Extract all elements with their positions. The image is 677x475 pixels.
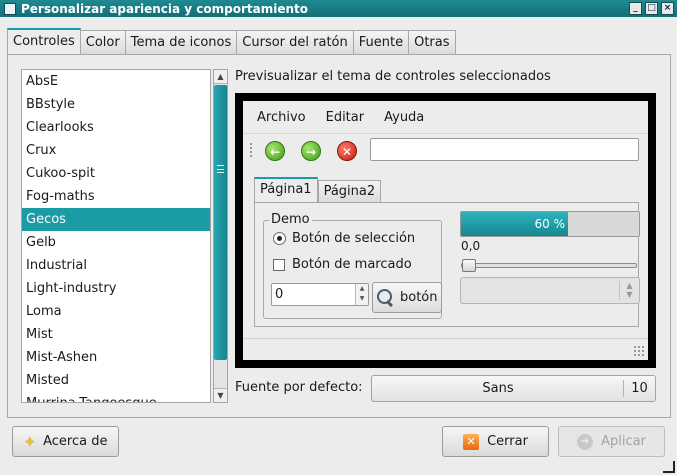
back-arrow-icon[interactable]: ← xyxy=(265,141,285,161)
about-button[interactable]: ✦ Acerca de xyxy=(12,426,119,457)
apply-button-label: Aplicar xyxy=(601,434,646,449)
list-item[interactable]: Light-industry xyxy=(22,277,210,300)
list-item[interactable]: Mist-Ashen xyxy=(22,346,210,369)
scroll-up-arrow-icon[interactable]: ▲ xyxy=(214,70,227,84)
grip-icon xyxy=(217,165,224,173)
spin-arrows-icon[interactable]: ▲ ▼ xyxy=(355,284,368,305)
radio-label: Botón de selección xyxy=(292,231,416,246)
close-button[interactable]: ✕ Cerrar xyxy=(442,426,549,457)
preview-tab-bar: Página1 Página2 xyxy=(254,177,382,203)
tab-fuente[interactable]: Fuente xyxy=(353,30,410,55)
tab-pagina1[interactable]: Página1 xyxy=(254,177,318,203)
demo-button[interactable]: botón xyxy=(372,282,442,313)
radio-checked-icon[interactable] xyxy=(273,232,286,245)
combo-arrows-icon[interactable]: ▲ ▼ xyxy=(619,281,639,300)
preview-statusbar xyxy=(243,338,648,360)
preview-label: Previsualizar el tema de controles selec… xyxy=(235,69,551,84)
demo-button-label: botón xyxy=(400,290,438,305)
preview-window: Archivo Editar Ayuda ← → ✕ Página1 Págin… xyxy=(243,101,648,360)
demo-spin-button[interactable]: 0 ▲ ▼ xyxy=(271,283,369,306)
demo-legend: Demo xyxy=(269,212,312,227)
window-title: Personalizar apariencia y comportamiento xyxy=(21,1,309,16)
app-icon xyxy=(4,2,16,15)
progress-text: 60 % xyxy=(534,217,566,231)
font-size: 10 xyxy=(623,380,655,397)
tab-cursor-del-raton[interactable]: Cursor del ratón xyxy=(237,30,354,55)
forward-arrow-icon[interactable]: → xyxy=(301,141,321,161)
stop-icon[interactable]: ✕ xyxy=(337,141,357,161)
close-button-label: Cerrar xyxy=(487,434,528,449)
window-resize-grip-icon[interactable] xyxy=(663,461,675,473)
list-item[interactable]: Fog-maths xyxy=(22,185,210,208)
close-window-button[interactable]: × xyxy=(661,2,674,15)
title-bar[interactable]: Personalizar apariencia y comportamiento… xyxy=(0,0,677,17)
checkbox-unchecked-icon[interactable] xyxy=(273,258,285,271)
menu-archivo[interactable]: Archivo xyxy=(243,101,312,129)
tab-tema-de-iconos[interactable]: Tema de iconos xyxy=(125,30,238,55)
list-item[interactable]: Industrial xyxy=(22,254,210,277)
demo-group: Demo Botón de selección Botón de marcado… xyxy=(263,212,442,319)
checkbox-label: Botón de marcado xyxy=(292,257,412,272)
toolbar-handle-icon[interactable] xyxy=(249,142,253,158)
demo-radio-button[interactable]: Botón de selección xyxy=(273,231,415,246)
list-item[interactable]: Murrina-Tangoesque xyxy=(22,392,210,402)
scroll-down-arrow-icon[interactable]: ▼ xyxy=(214,388,227,402)
demo-combo-box[interactable]: ▲ ▼ xyxy=(460,277,640,304)
list-item[interactable]: Gelb xyxy=(22,231,210,254)
resize-grip-icon[interactable] xyxy=(633,345,645,357)
list-item[interactable]: BBstyle xyxy=(22,93,210,116)
theme-list[interactable]: AbsE BBstyle Clearlooks Crux Cukoo-spit Fog-m… xyxy=(21,69,211,403)
list-item[interactable]: Crux xyxy=(22,139,210,162)
tab-color[interactable]: Color xyxy=(80,30,126,55)
tab-bar: Controles Color Tema de iconos Cursor de… xyxy=(7,28,456,55)
theme-list-scrollbar[interactable]: ▲ ▼ xyxy=(213,69,228,403)
preview-tab-panel: Demo Botón de selección Botón de marcado… xyxy=(254,202,640,327)
apply-icon: ➜ xyxy=(577,433,594,450)
spin-value: 0 xyxy=(275,287,284,302)
menu-editar[interactable]: Editar xyxy=(312,101,371,129)
apply-button[interactable]: ➜ Aplicar xyxy=(558,426,665,457)
demo-slider[interactable] xyxy=(461,259,637,272)
font-name: Sans xyxy=(482,381,514,396)
tab-pagina2[interactable]: Página2 xyxy=(317,180,382,203)
list-item[interactable]: Cukoo-spit xyxy=(22,162,210,185)
close-icon: ✕ xyxy=(463,433,480,450)
tab-controles[interactable]: Controles xyxy=(7,28,81,55)
preview-menubar: Archivo Editar Ayuda xyxy=(243,101,648,129)
list-item[interactable]: AbsE xyxy=(22,70,210,93)
theme-preview: Archivo Editar Ayuda ← → ✕ Página1 Págin… xyxy=(235,93,656,368)
list-item[interactable]: Clearlooks xyxy=(22,116,210,139)
demo-progress-bar: 60 % xyxy=(460,211,640,237)
preview-toolbar: ← → ✕ xyxy=(243,133,648,165)
about-button-label: Acerca de xyxy=(43,434,108,449)
list-item[interactable]: Mist xyxy=(22,323,210,346)
star-icon: ✦ xyxy=(23,432,37,451)
magnifier-icon xyxy=(377,288,395,307)
list-item[interactable]: Misted xyxy=(22,369,210,392)
font-chooser-button[interactable]: Sans 10 xyxy=(371,375,656,402)
maximize-button[interactable]: □ xyxy=(645,2,658,15)
list-item[interactable]: Gecos xyxy=(22,208,210,231)
demo-checkbox[interactable]: Botón de marcado xyxy=(273,257,412,272)
slider-handle[interactable] xyxy=(462,259,476,272)
minimize-button[interactable]: _ xyxy=(629,2,642,15)
list-item[interactable]: Loma xyxy=(22,300,210,323)
scroll-thumb[interactable] xyxy=(214,85,227,360)
slider-value: 0,0 xyxy=(461,239,481,253)
default-font-label: Fuente por defecto: xyxy=(235,380,363,395)
menu-ayuda[interactable]: Ayuda xyxy=(370,101,430,129)
tab-otras[interactable]: Otras xyxy=(409,30,456,55)
preview-text-entry[interactable] xyxy=(370,138,639,161)
